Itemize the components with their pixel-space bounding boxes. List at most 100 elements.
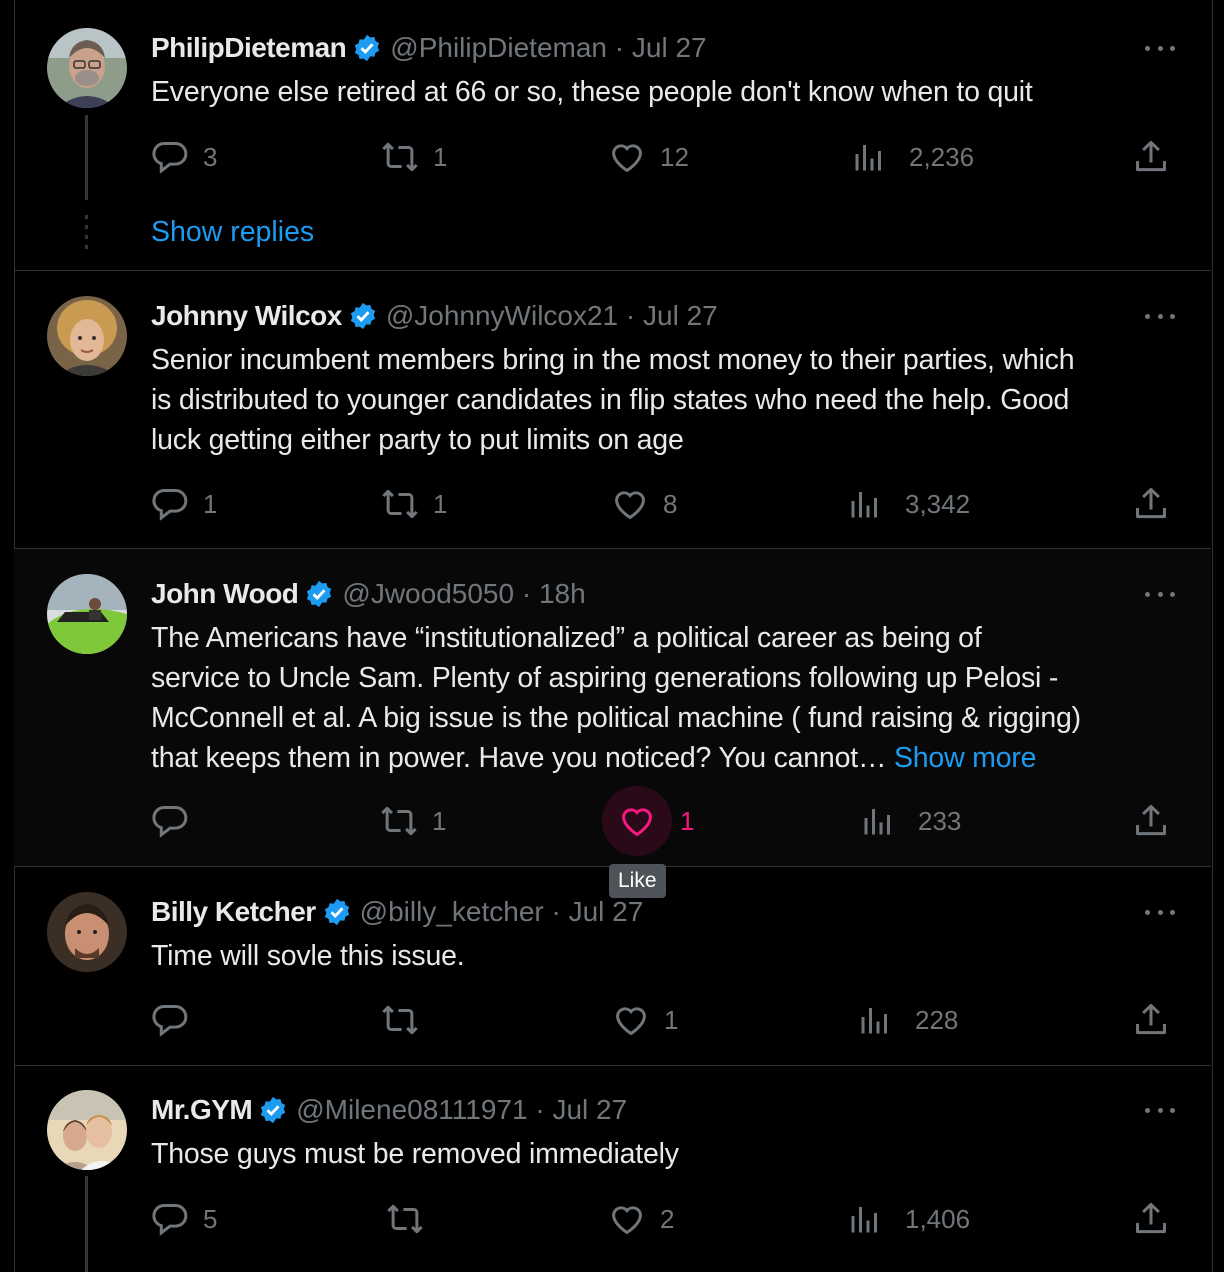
avatar[interactable]: [47, 296, 127, 376]
more-icon[interactable]: [1145, 301, 1175, 331]
reply-icon: [151, 802, 189, 840]
views-count: 233: [918, 805, 962, 836]
avatar[interactable]: [47, 1090, 127, 1170]
handle-and-time[interactable]: @PhilipDieteman · Jul 27: [390, 32, 706, 64]
more-icon[interactable]: [1145, 579, 1175, 609]
views-count: 2,236: [909, 141, 975, 172]
tweet-text-line: McConnell et al. A big issue is the poli…: [151, 702, 1081, 734]
heart-icon: [618, 802, 656, 840]
display-name[interactable]: John Wood: [151, 578, 299, 610]
share-icon: [1132, 802, 1170, 840]
thread-line: [85, 1176, 88, 1272]
avatar[interactable]: [47, 892, 127, 972]
handle-and-time[interactable]: @JohnnyWilcox21 · Jul 27: [386, 300, 718, 332]
share-button[interactable]: [1132, 484, 1170, 524]
views-count: 3,342: [905, 488, 971, 519]
like-button[interactable]: 12: [608, 137, 689, 177]
like-button[interactable]: 1: [618, 801, 694, 841]
verified-badge-icon: [304, 579, 334, 609]
reply-button[interactable]: [151, 801, 203, 841]
views-button[interactable]: 1,406: [847, 1199, 970, 1239]
display-name[interactable]: Mr.GYM: [151, 1094, 253, 1126]
retweet-icon: [381, 485, 419, 523]
reply-button[interactable]: 1: [151, 484, 217, 524]
share-button[interactable]: [1132, 1199, 1170, 1239]
avatar[interactable]: [47, 574, 127, 654]
reply-button[interactable]: 3: [151, 137, 217, 177]
verified-badge-icon: [348, 301, 378, 331]
reply-icon: [151, 485, 189, 523]
retweet-count: 1: [432, 805, 447, 836]
like-button[interactable]: 2: [608, 1199, 674, 1239]
like-tooltip: Like: [609, 864, 666, 898]
display-name[interactable]: Billy Ketcher: [151, 896, 316, 928]
retweet-icon: [380, 802, 418, 840]
share-icon: [1132, 485, 1170, 523]
retweet-button[interactable]: 1: [381, 137, 447, 177]
retweet-icon: [381, 1001, 419, 1039]
display-name[interactable]: PhilipDieteman: [151, 32, 347, 64]
like-count: 2: [660, 1203, 675, 1234]
tweet-text-line: that keeps them in power. Have you notic…: [151, 738, 1181, 778]
show-replies-link[interactable]: Show replies: [151, 216, 314, 249]
display-name[interactable]: Johnny Wilcox: [151, 300, 342, 332]
share-button[interactable]: [1132, 137, 1170, 177]
views-icon: [847, 486, 883, 522]
views-count: 1,406: [905, 1203, 971, 1234]
retweet-button[interactable]: [386, 1199, 438, 1239]
reply-icon: [151, 138, 189, 176]
heart-icon: [608, 1200, 646, 1238]
more-icon[interactable]: [1145, 33, 1175, 63]
more-icon[interactable]: [1145, 1095, 1175, 1125]
retweet-count: 1: [433, 141, 448, 172]
tweet[interactable]: Johnny Wilcox @JohnnyWilcox21 · Jul 27 S…: [14, 271, 1211, 549]
thread-dots: [85, 215, 88, 251]
retweet-count: 1: [433, 488, 448, 519]
tweet-text-line: The Americans have “institutionalized” a…: [151, 622, 982, 654]
like-button[interactable]: 8: [611, 484, 677, 524]
views-button[interactable]: 228: [857, 1000, 958, 1040]
share-button[interactable]: [1132, 801, 1170, 841]
share-icon: [1132, 138, 1170, 176]
share-icon: [1132, 1001, 1170, 1039]
reply-count: 3: [203, 141, 218, 172]
like-count: 1: [664, 1004, 679, 1035]
show-more-link[interactable]: Show more: [894, 742, 1037, 774]
tweet-text-line: is distributed to younger candidates in …: [151, 384, 1070, 416]
tweet-text-line: service to Uncle Sam. Plenty of aspiring…: [151, 662, 1059, 694]
tweet[interactable]: PhilipDieteman @PhilipDieteman · Jul 27 …: [14, 0, 1211, 271]
handle-and-time[interactable]: @Jwood5050 · 18h: [342, 578, 585, 610]
heart-icon: [612, 1001, 650, 1039]
views-count: 228: [915, 1004, 959, 1035]
reply-button[interactable]: [151, 1000, 203, 1040]
tweet-text: Senior incumbent members bring in the mo…: [151, 340, 1181, 460]
handle-and-time[interactable]: @billy_ketcher · Jul 27: [360, 896, 644, 928]
reply-icon: [151, 1200, 189, 1238]
tweet-text-line: luck getting either party to put limits …: [151, 424, 684, 456]
views-icon: [860, 803, 896, 839]
tweet-header: Billy Ketcher @billy_ketcher · Jul 27: [151, 892, 643, 932]
views-button[interactable]: 233: [860, 801, 961, 841]
share-button[interactable]: [1132, 1000, 1170, 1040]
handle-and-time[interactable]: @Milene08111971 · Jul 27: [296, 1094, 627, 1126]
views-icon: [851, 139, 887, 175]
tweet-header: Mr.GYM @Milene08111971 · Jul 27: [151, 1090, 627, 1130]
reply-button[interactable]: 5: [151, 1199, 217, 1239]
verified-badge-icon: [258, 1095, 288, 1125]
tweet[interactable]: John Wood @Jwood5050 · 18h The Americans…: [14, 549, 1211, 867]
like-button[interactable]: 1: [612, 1000, 678, 1040]
views-button[interactable]: 2,236: [851, 137, 974, 177]
retweet-button[interactable]: 1: [380, 801, 446, 841]
tweet-text-line-end: that keeps them in power. Have you notic…: [151, 742, 894, 774]
reply-count: 5: [203, 1203, 218, 1234]
views-button[interactable]: 3,342: [847, 484, 970, 524]
verified-badge-icon: [352, 33, 382, 63]
tweet[interactable]: Mr.GYM @Milene08111971 · Jul 27 Those gu…: [14, 1066, 1211, 1272]
avatar[interactable]: [47, 28, 127, 108]
more-icon[interactable]: [1145, 897, 1175, 927]
retweet-button[interactable]: 1: [381, 484, 447, 524]
retweet-button[interactable]: [381, 1000, 433, 1040]
tweet-text-line: Senior incumbent members bring in the mo…: [151, 344, 1075, 376]
share-icon: [1132, 1200, 1170, 1238]
reply-icon: [151, 1001, 189, 1039]
